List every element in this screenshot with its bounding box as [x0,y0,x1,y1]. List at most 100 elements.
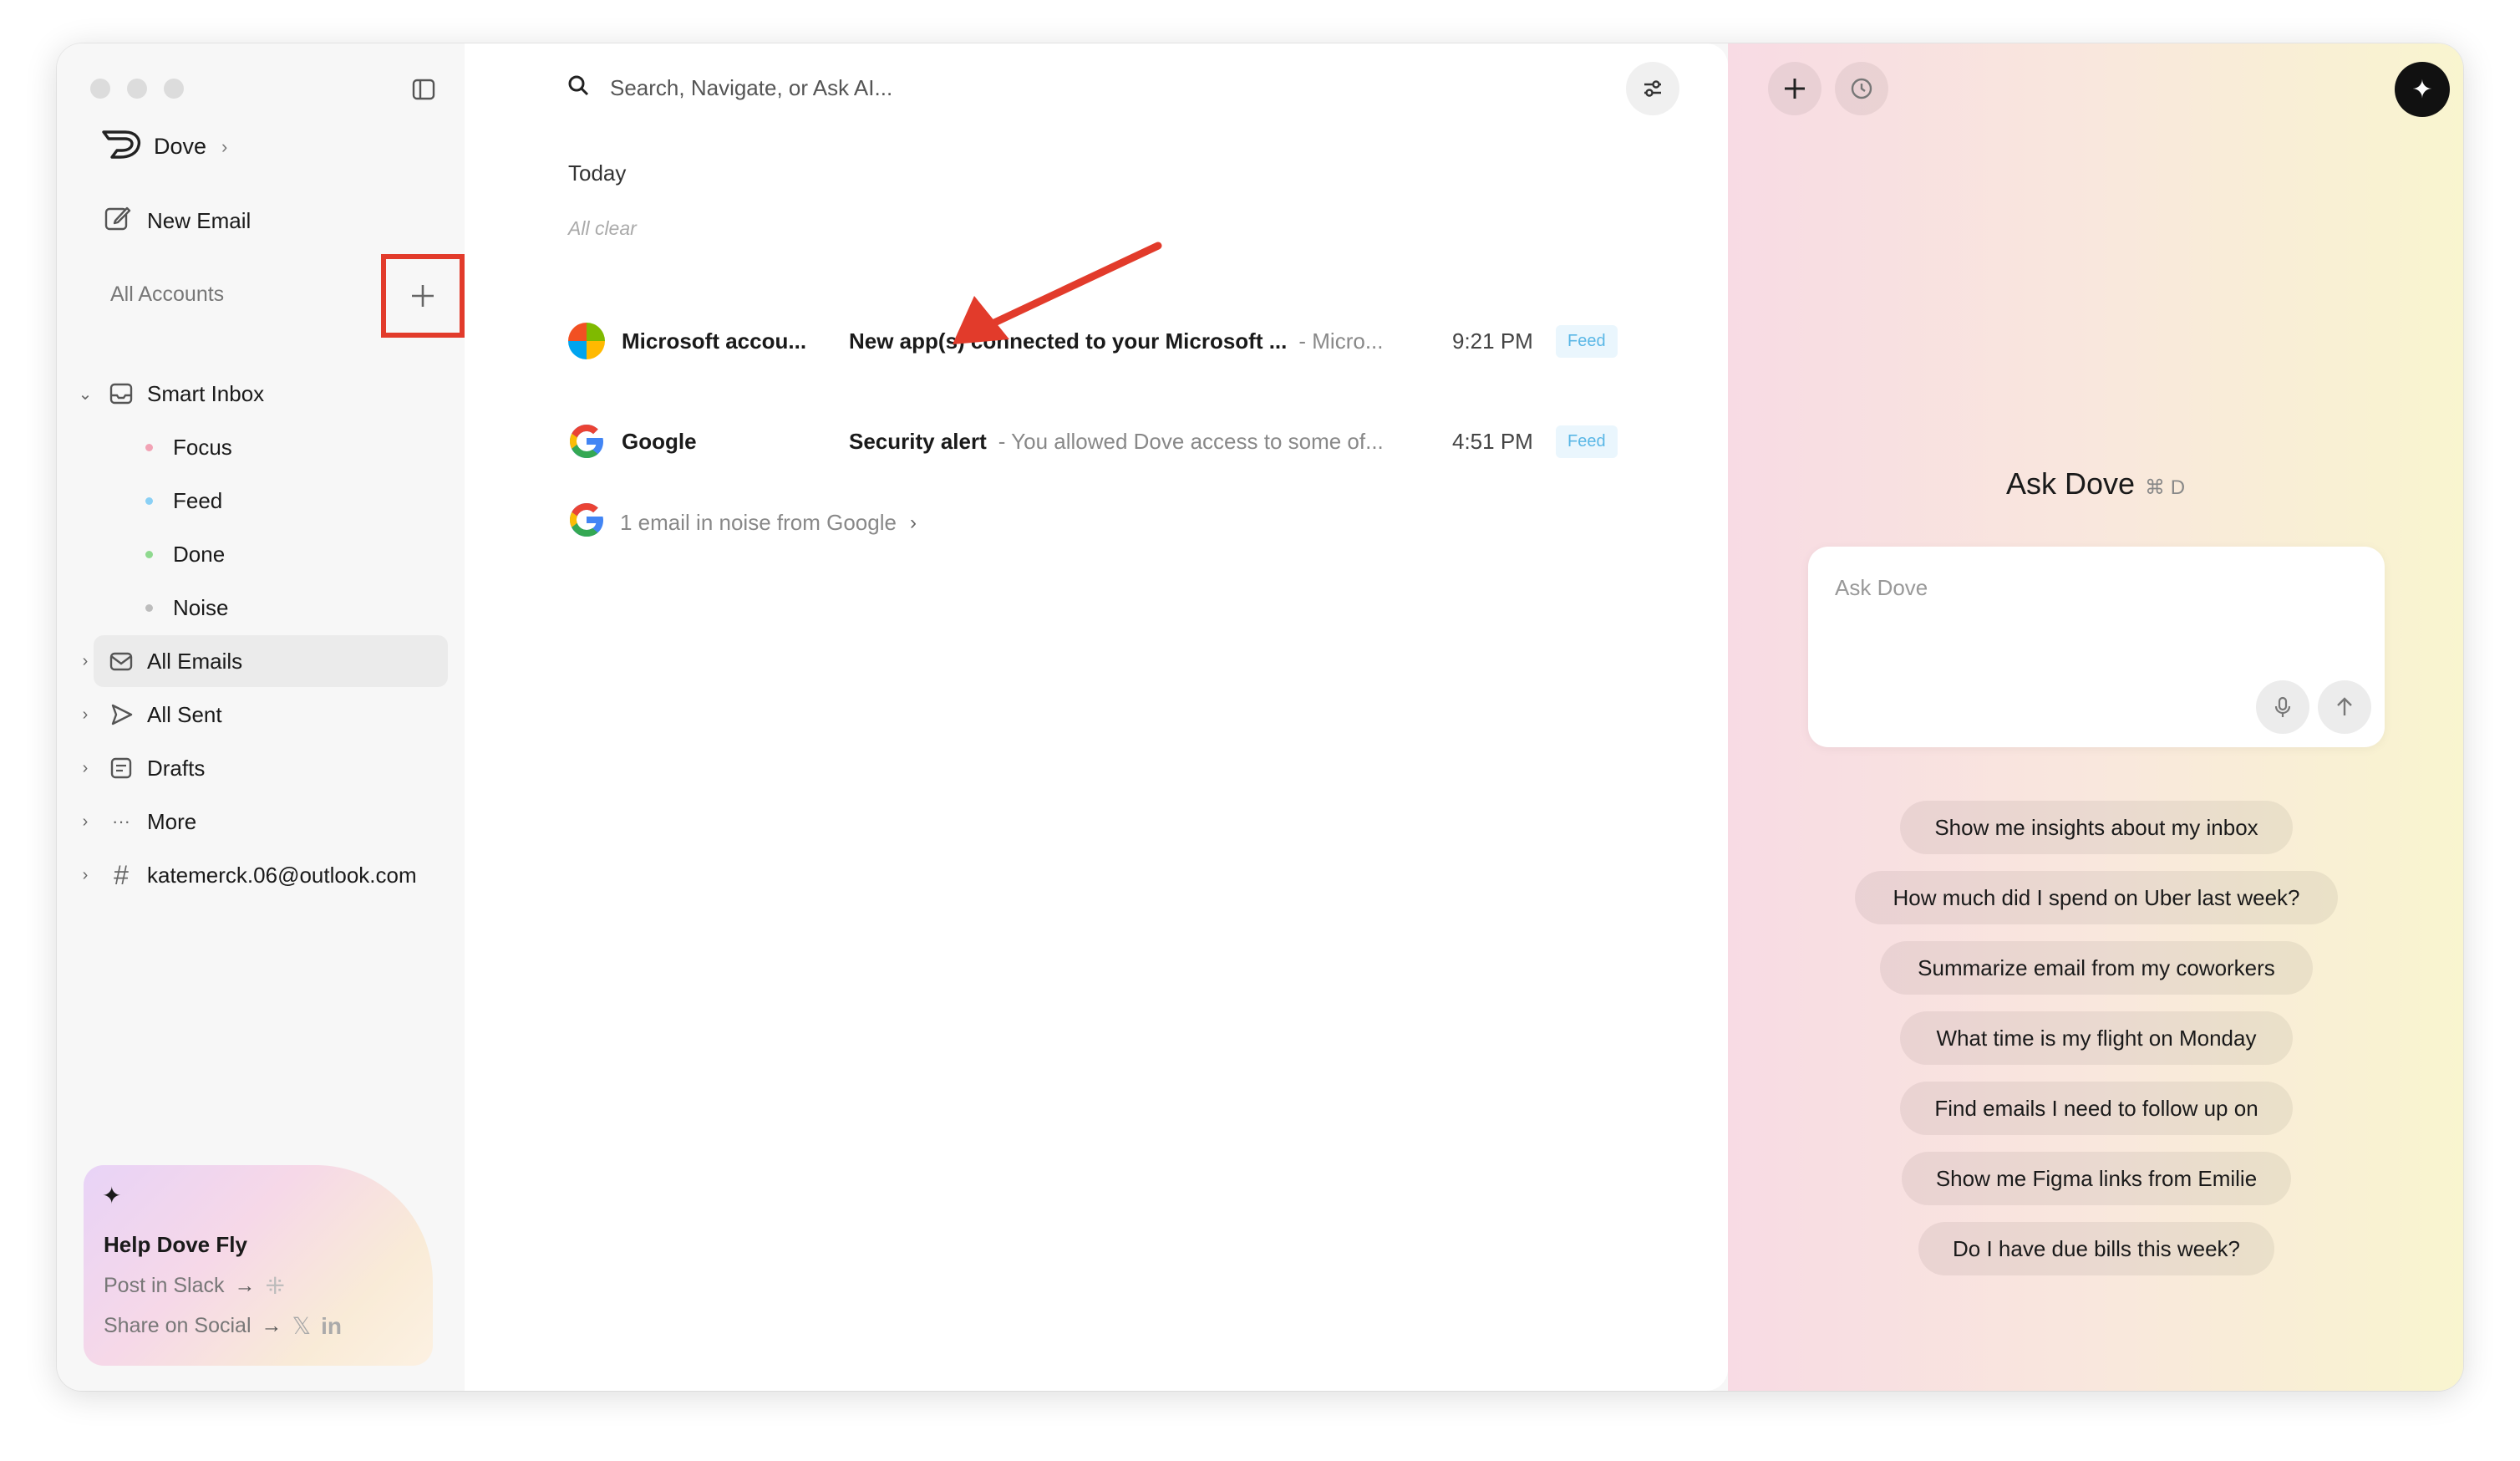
hash-icon: # [114,859,129,890]
suggestion-chip[interactable]: Show me Figma links from Emilie [1902,1152,2291,1205]
close-window-button[interactable] [90,79,110,99]
chevron-right-icon[interactable]: › [74,759,97,778]
inbox-icon [107,379,135,408]
history-button[interactable] [1835,62,1888,115]
sidebar-item-all-sent[interactable]: › All Sent [74,689,448,741]
ask-dove-input-box[interactable]: Ask Dove [1808,547,2385,747]
sidebar-item-label: Done [173,542,226,567]
arrow-right-icon: → [234,1274,256,1297]
google-logo-icon [566,421,607,461]
chevron-right-icon: › [221,135,228,157]
new-chat-button[interactable] [1768,62,1821,115]
chevron-right-icon: › [909,511,917,534]
sidebar-item-label: More [147,808,197,834]
email-subject: Security alert [849,428,987,454]
noise-summary-text: 1 email in noise from Google [620,510,897,535]
suggestion-chip[interactable]: Show me insights about my inbox [1900,801,2293,854]
add-account-button[interactable] [381,254,465,338]
sparkle-icon: ✦ [2411,75,2433,104]
send-button[interactable] [2318,680,2371,734]
plus-icon [1785,79,1805,99]
new-email-label: New Email [147,208,251,233]
all-accounts-label: All Accounts [110,283,225,306]
arrow-right-icon: → [261,1314,282,1337]
sidebar-item-all-emails[interactable]: › All Emails [83,635,448,687]
compose-icon [104,204,132,238]
section-header-today: Today [568,160,627,186]
chevron-right-icon[interactable]: › [74,866,97,885]
sidebar-item-done[interactable]: Done [145,542,225,568]
chevron-down-icon[interactable]: ⌄ [74,384,97,405]
chevron-right-icon[interactable]: › [74,705,97,725]
sidebar-item-focus[interactable]: Focus [145,435,232,461]
sliders-icon [1644,80,1661,97]
sidebar-item-label: katemerck.06@outlook.com [147,862,417,888]
email-time: 9:21 PM [1452,328,1533,354]
microphone-button[interactable] [2256,680,2309,734]
feed-tag: Feed [1556,324,1618,358]
suggestion-chip[interactable]: Find emails I need to follow up on [1900,1082,2293,1135]
keyboard-shortcut: ⌘ D [2145,476,2186,499]
post-in-slack-label: Post in Slack [104,1274,225,1297]
chevron-right-icon[interactable]: › [74,812,97,832]
linkedin-icon[interactable]: in [321,1313,342,1340]
filter-button[interactable] [1626,62,1679,115]
sidebar-item-label: All Emails [147,648,243,674]
window-controls [90,79,184,99]
share-on-social-link[interactable]: Share on Social → 𝕏 in [104,1312,342,1340]
post-in-slack-link[interactable]: Post in Slack → ⁜ [104,1272,285,1300]
arrow-up-icon [2337,697,2352,715]
ask-dove-input[interactable]: Ask Dove [1835,575,1928,601]
email-preview: - You allowed Dove access to some of... [998,428,1384,454]
new-email-button[interactable]: New Email [104,204,251,238]
chevron-right-icon[interactable]: › [74,652,97,671]
noise-dot-icon [145,604,153,612]
ask-dove-pane: ✦ Ask Dove ⌘ D Ask Dove Show me insights … [1728,43,2463,1391]
email-list-pane: Search, Navigate, or Ask AI... Today All… [465,43,1728,1391]
sidebar-item-account[interactable]: › # katemerck.06@outlook.com [74,849,448,901]
microphone-icon [2274,696,2291,717]
brand-name: Dove [154,134,207,159]
send-icon [107,700,135,729]
done-dot-icon [145,551,153,558]
search-icon [566,74,590,103]
sidebar-item-smart-inbox[interactable]: ⌄ Smart Inbox [74,368,448,420]
help-card-title: Help Dove Fly [104,1232,247,1257]
search-input[interactable]: Search, Navigate, or Ask AI... [610,75,892,101]
share-on-social-label: Share on Social [104,1314,251,1337]
x-logo-icon[interactable]: 𝕏 [292,1312,312,1340]
focus-dot-icon [145,444,153,451]
sidebar-item-more[interactable]: › ··· More [74,796,448,848]
search-bar[interactable]: Search, Navigate, or Ask AI... [566,74,892,103]
dove-logo-icon [100,127,144,166]
sidebar-item-label: Noise [173,595,229,620]
suggestion-chip[interactable]: What time is my flight on Monday [1900,1011,2293,1065]
suggestion-chip[interactable]: How much did I spend on Uber last week? [1855,871,2338,924]
email-preview: - Micro... [1298,328,1384,354]
plus-icon [412,285,434,307]
slack-icon: ⁜ [265,1273,285,1299]
minimize-window-button[interactable] [127,79,147,99]
sparkle-icon: ✦ [102,1183,122,1209]
annotation-arrow-icon [953,242,1162,344]
sidebar-item-noise[interactable]: Noise [145,595,228,621]
all-clear-text: All clear [568,217,637,239]
sidebar: Dove › New Email All Accounts ⌄ Smart In… [57,43,465,1391]
sidebar-item-label: All Sent [147,701,222,727]
email-sender: Google [622,428,697,454]
sidebar-item-drafts[interactable]: › Drafts [74,742,448,794]
noise-summary-link[interactable]: 1 email in noise from Google › [566,500,917,546]
email-sender: Microsoft accou... [622,328,807,354]
account-switcher[interactable]: Dove › [100,127,227,166]
envelope-icon [107,647,135,675]
microsoft-logo-icon [566,321,607,361]
sidebar-item-feed[interactable]: Feed [145,488,222,514]
sidebar-toggle-icon[interactable] [411,77,436,102]
suggestion-chip[interactable]: Do I have due bills this week? [1918,1222,2274,1275]
ai-sparkle-button[interactable]: ✦ [2395,62,2450,117]
zoom-window-button[interactable] [164,79,184,99]
email-time: 4:51 PM [1452,428,1533,454]
feed-dot-icon [145,497,153,505]
suggestion-chip[interactable]: Summarize email from my coworkers [1880,941,2313,995]
email-row[interactable]: Google Security alert - You allowed Dove… [566,416,1653,466]
